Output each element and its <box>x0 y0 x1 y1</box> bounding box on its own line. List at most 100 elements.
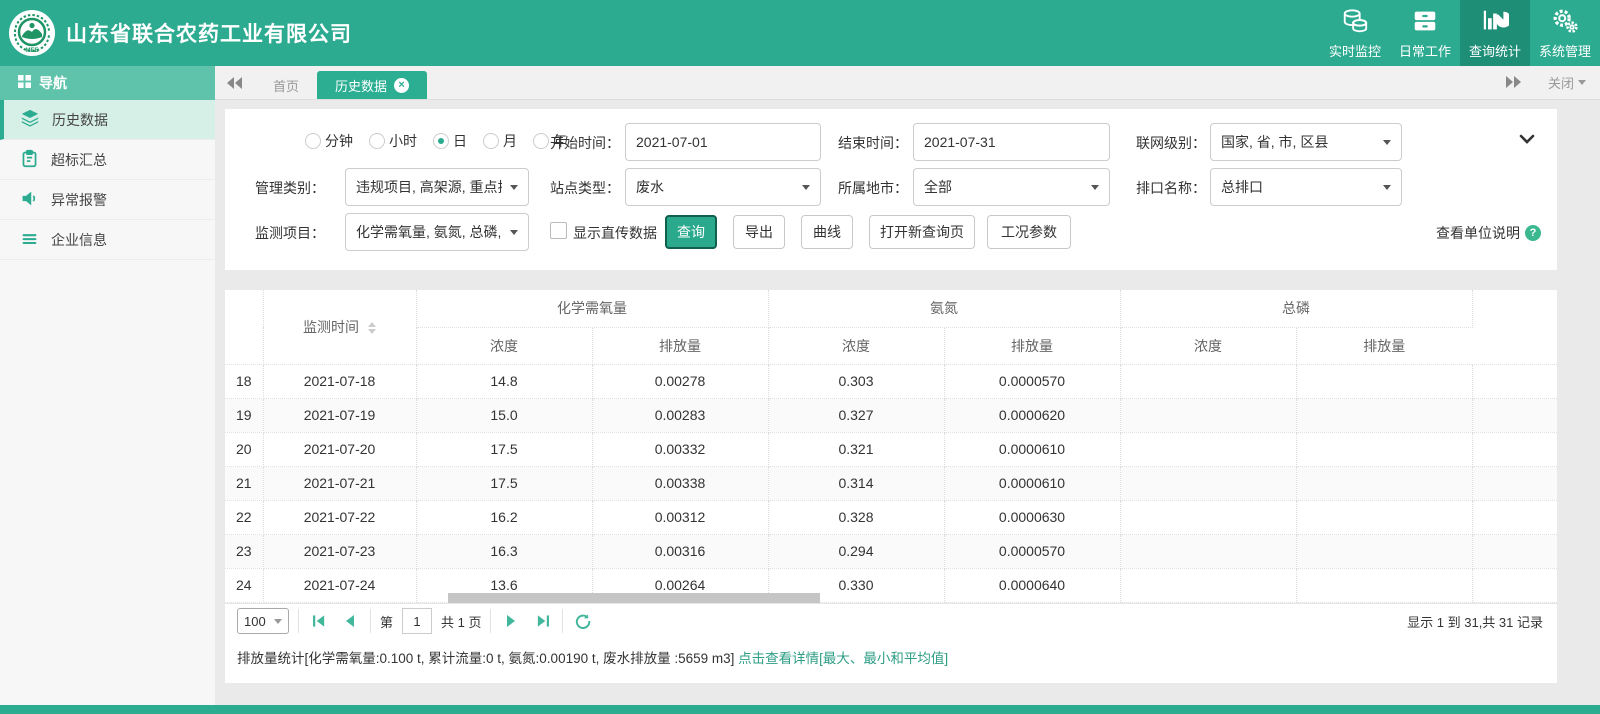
monitor-items-select[interactable]: 化学需氧量, 氨氮, 总磷, 总 <box>345 213 529 251</box>
view-detail-link[interactable]: 点击查看详情[最大、最小和平均值] <box>738 651 948 666</box>
first-page-icon[interactable] <box>308 610 330 632</box>
filter-panel: 分钟 小时 日 月 年 开始时间： 结束时间： <box>225 109 1557 270</box>
radio-minute[interactable]: 分钟 <box>305 131 353 151</box>
cell: 0.321 <box>768 432 944 466</box>
refresh-icon[interactable] <box>572 610 594 632</box>
radio-hour[interactable]: 小时 <box>369 131 417 151</box>
cell: 0.303 <box>768 364 944 398</box>
top-header: MEE 山东省联合农药工业有限公司 实时监控 <box>0 0 1600 66</box>
city-label: 所属地市： <box>822 178 908 198</box>
cell <box>1472 500 1557 534</box>
tab-history-data[interactable]: 历史数据 × <box>317 71 427 99</box>
network-level-label: 联网级别： <box>1120 133 1206 153</box>
cell: 17.5 <box>416 432 592 466</box>
cell: 0.00338 <box>592 466 768 500</box>
record-count-info: 显示 1 到 31,共 31 记录 <box>1407 612 1543 631</box>
chevron-down-icon <box>802 185 810 190</box>
sidebar-item-history-data[interactable]: 历史数据 <box>0 100 215 140</box>
sidebar-item-label: 历史数据 <box>52 110 108 130</box>
date-link[interactable]: 2021-07-19 <box>263 398 416 432</box>
phosphorus-emission-header: 排放量 <box>1296 327 1472 364</box>
radio-label: 分钟 <box>325 131 353 151</box>
radio-label: 小时 <box>389 131 417 151</box>
curve-button[interactable]: 曲线 <box>801 215 853 249</box>
direct-data-label: 显示直传数据 <box>573 223 657 243</box>
end-time-label: 结束时间： <box>822 133 908 153</box>
site-type-select[interactable]: 废水 <box>625 168 821 206</box>
cell: 0.0000630 <box>944 500 1120 534</box>
open-new-query-button[interactable]: 打开新查询页 <box>869 215 975 249</box>
filter-collapse-chevron-icon[interactable] <box>1519 131 1535 147</box>
cell <box>1120 398 1296 432</box>
database-icon <box>1341 7 1369 38</box>
network-level-select[interactable]: 国家, 省, 市, 区县 <box>1210 123 1402 161</box>
cell <box>1296 364 1472 398</box>
start-time-value[interactable] <box>636 134 810 150</box>
monitor-time-header[interactable]: 监测时间 <box>263 290 416 364</box>
sidebar-item-exceedance-summary[interactable]: 超标汇总 <box>0 140 215 180</box>
outlet-name-select[interactable]: 总排口 <box>1210 168 1402 206</box>
nav-query-statistics[interactable]: 查询统计 <box>1460 0 1530 66</box>
mee-logo-icon: MEE <box>8 9 56 57</box>
mgmt-category-select[interactable]: 违规项目, 高架源, 重点排 <box>345 168 529 206</box>
cell <box>1120 534 1296 568</box>
end-time-value[interactable] <box>924 134 1099 150</box>
sidebar-item-label: 超标汇总 <box>51 150 107 170</box>
layers-icon <box>20 108 40 131</box>
horizontal-scrollbar-thumb[interactable] <box>448 593 820 603</box>
page-number-input[interactable] <box>402 608 432 634</box>
date-link[interactable]: 2021-07-20 <box>263 432 416 466</box>
city-value: 全部 <box>924 177 952 197</box>
city-select[interactable]: 全部 <box>913 168 1110 206</box>
cell: 0.294 <box>768 534 944 568</box>
list-icon <box>20 229 39 251</box>
prev-page-icon[interactable] <box>339 610 361 632</box>
table-row: 21 2021-07-21 17.5 0.00338 0.314 0.00006… <box>225 466 1557 500</box>
row-number-header <box>225 290 263 364</box>
query-button[interactable]: 查询 <box>665 215 717 249</box>
nav-label: 系统管理 <box>1539 41 1591 60</box>
page-size-select[interactable]: 100 <box>237 608 289 634</box>
working-params-button[interactable]: 工况参数 <box>987 215 1071 249</box>
cell <box>1472 534 1557 568</box>
export-button[interactable]: 导出 <box>733 215 785 249</box>
nav-label: 日常工作 <box>1399 41 1451 60</box>
nav-daily-work[interactable]: 日常工作 <box>1390 0 1460 66</box>
unit-help-link[interactable]: 查看单位说明 ? <box>1436 223 1541 243</box>
date-link[interactable]: 2021-07-21 <box>263 466 416 500</box>
radio-day[interactable]: 日 <box>433 131 467 151</box>
ammonia-emission-header: 排放量 <box>944 327 1120 364</box>
table-row: 19 2021-07-19 15.0 0.00283 0.327 0.00006… <box>225 398 1557 432</box>
date-link[interactable]: 2021-07-23 <box>263 534 416 568</box>
cell <box>1472 398 1557 432</box>
date-link[interactable]: 2021-07-18 <box>263 364 416 398</box>
close-tabs-menu[interactable]: 关闭 <box>1548 73 1586 92</box>
sidebar-item-abnormal-alarm[interactable]: 异常报警 <box>0 180 215 220</box>
ammonia-group-header: 氨氮 <box>768 290 1120 327</box>
tab-home[interactable]: 首页 <box>255 71 317 99</box>
data-table-panel: 监测时间 化学需氧量 氨氮 总磷 浓度 排放量 <box>225 290 1557 683</box>
next-page-icon[interactable] <box>500 610 522 632</box>
fast-forward-icon[interactable] <box>1506 75 1522 91</box>
nav-realtime-monitor[interactable]: 实时监控 <box>1320 0 1390 66</box>
close-icon[interactable]: × <box>394 78 409 93</box>
cell: 0.00316 <box>592 534 768 568</box>
direct-data-checkbox[interactable] <box>550 222 567 239</box>
company-title: 山东省联合农药工业有限公司 <box>66 18 352 48</box>
rewind-icon[interactable] <box>215 66 255 99</box>
last-page-icon[interactable] <box>531 610 553 632</box>
cell: 0.00332 <box>592 432 768 466</box>
radio-month[interactable]: 月 <box>483 131 517 151</box>
row-number: 22 <box>225 500 263 534</box>
cell: 14.8 <box>416 364 592 398</box>
date-link[interactable]: 2021-07-22 <box>263 500 416 534</box>
start-time-input[interactable] <box>625 123 821 161</box>
cell <box>1296 432 1472 466</box>
nav-system-management[interactable]: 系统管理 <box>1530 0 1600 66</box>
end-time-input[interactable] <box>913 123 1110 161</box>
sidebar: 导航 历史数据 <box>0 66 215 705</box>
sidebar-item-enterprise-info[interactable]: 企业信息 <box>0 220 215 260</box>
cell: 0.0000570 <box>944 534 1120 568</box>
cell <box>1120 432 1296 466</box>
tab-label: 首页 <box>273 76 299 95</box>
